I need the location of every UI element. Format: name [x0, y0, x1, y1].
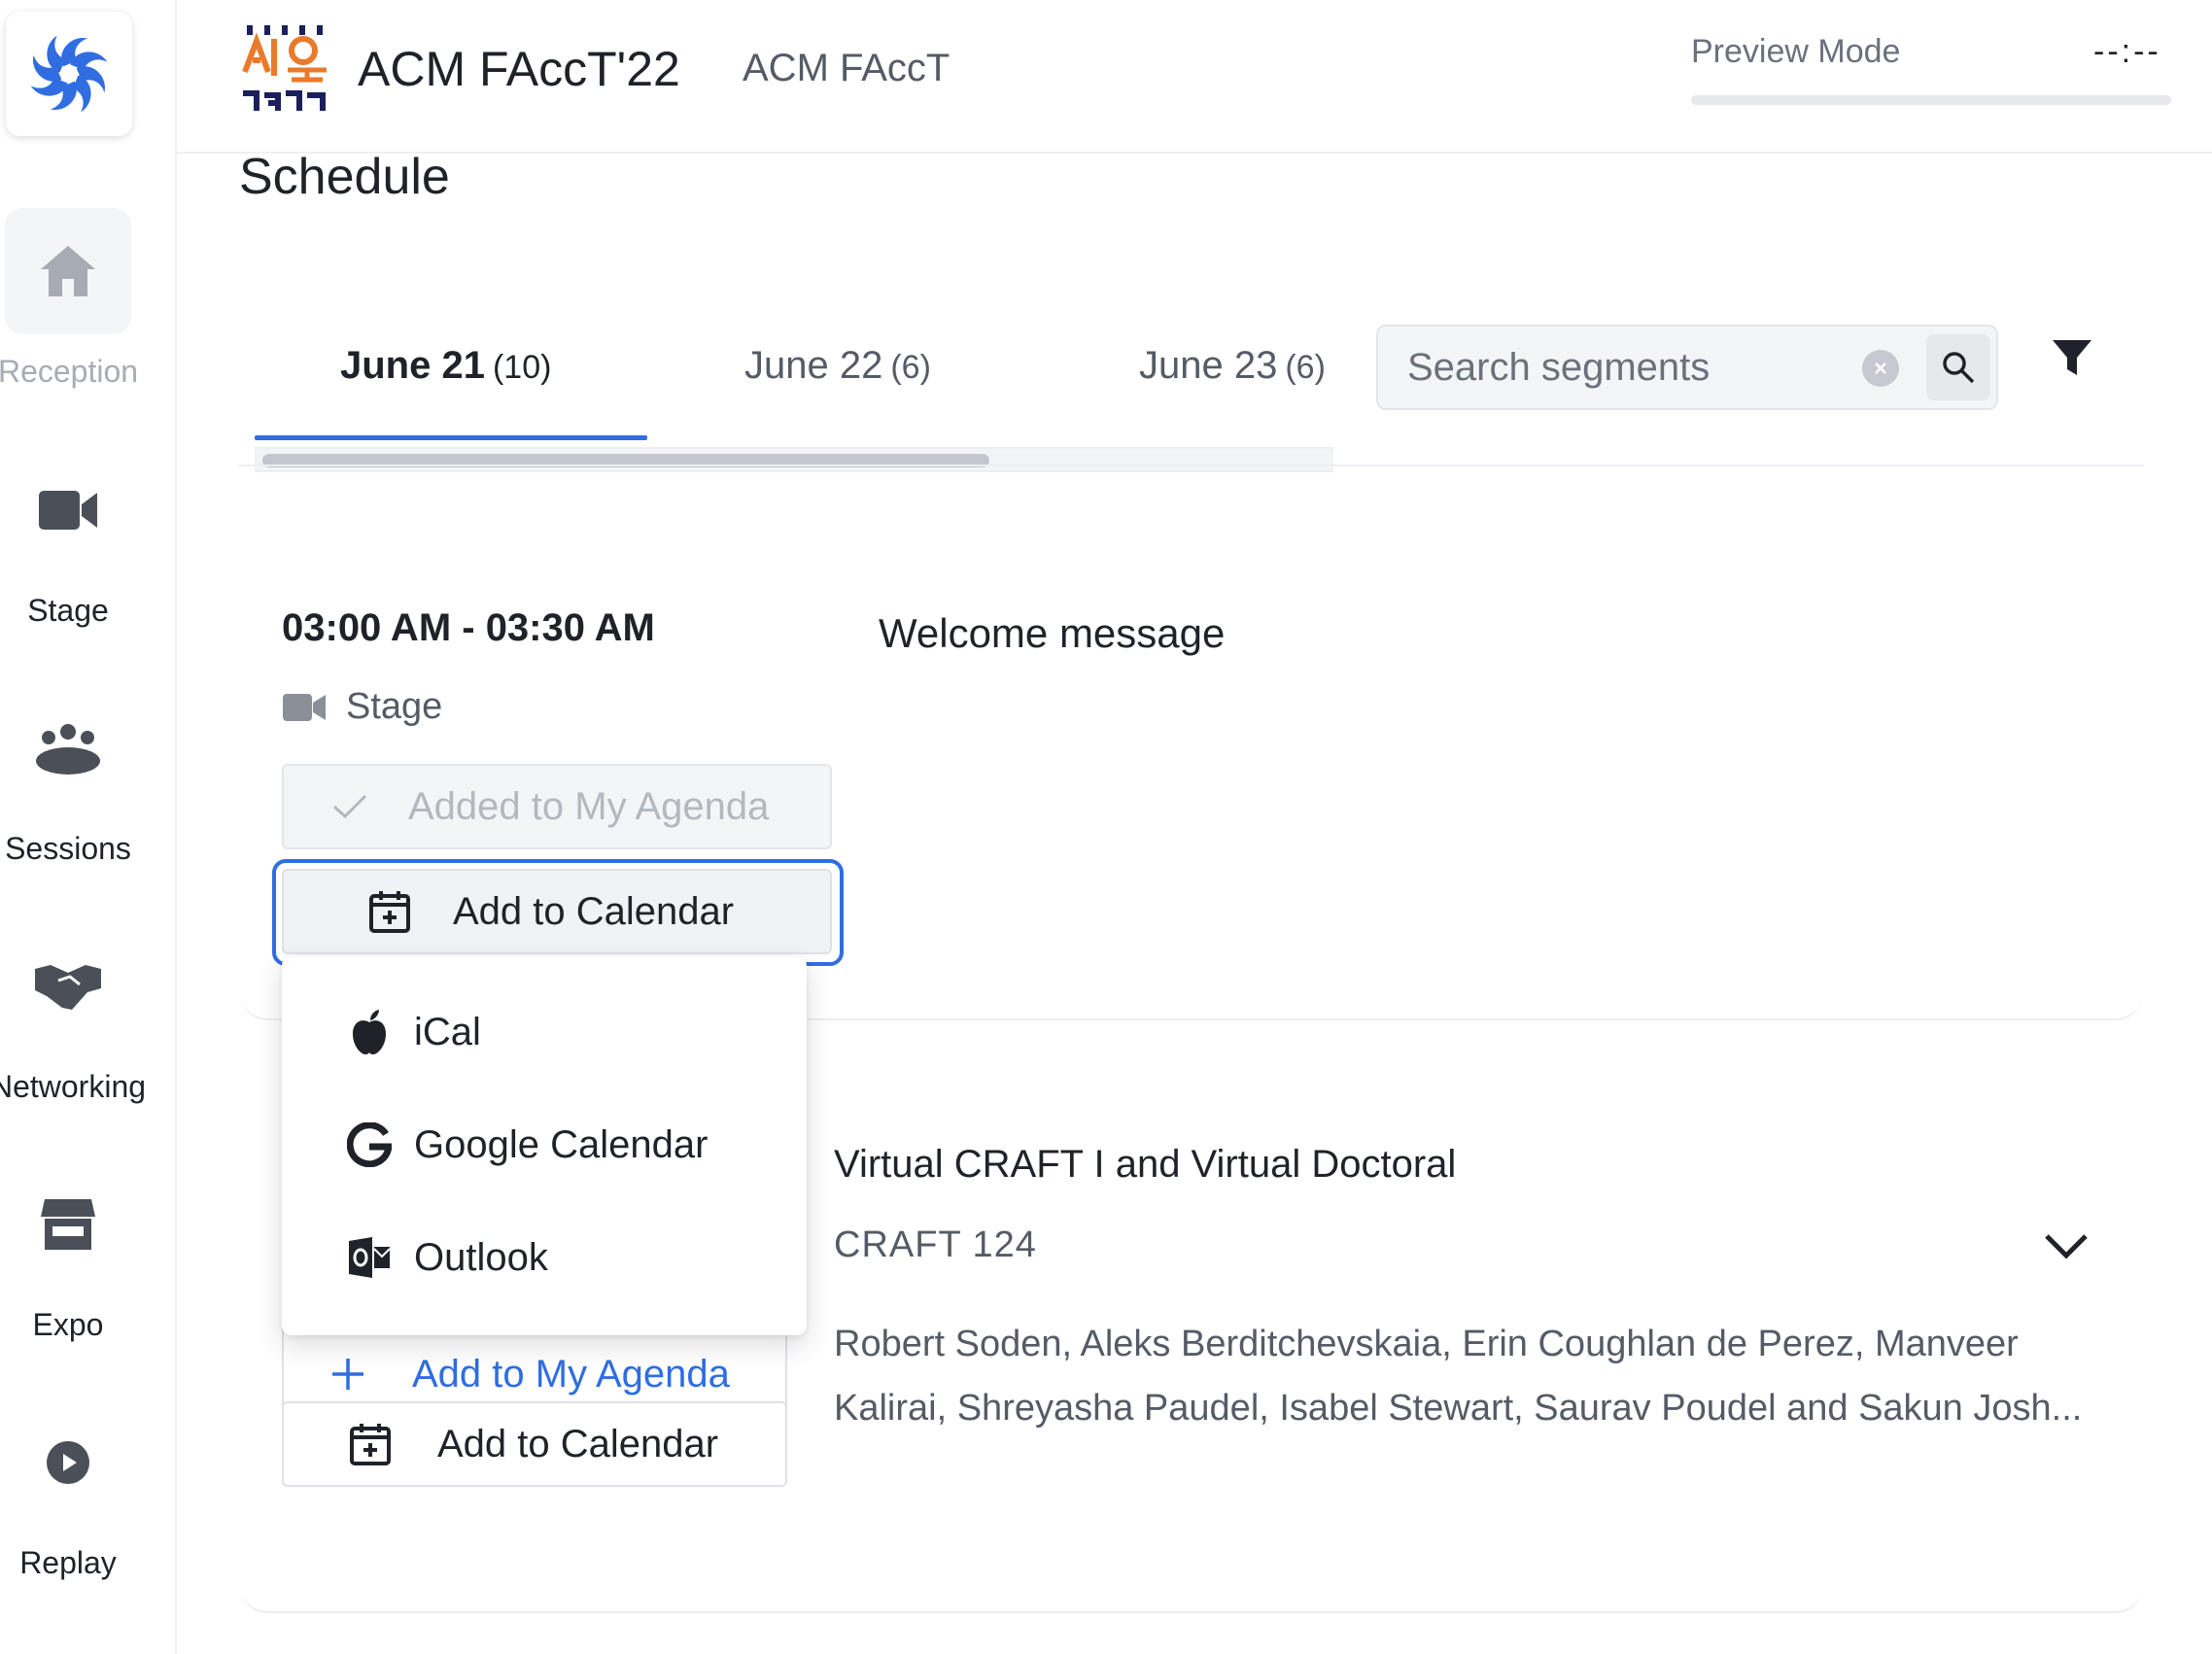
- tab-count: (10): [492, 349, 552, 386]
- tab-count: (6): [1285, 349, 1326, 386]
- filter-button[interactable]: [2045, 330, 2099, 385]
- sidebar-item-label: Reception: [0, 354, 139, 389]
- added-to-agenda-label: Added to My Agenda: [408, 784, 770, 828]
- add-to-agenda-label: Add to My Agenda: [412, 1352, 730, 1396]
- added-to-agenda-button: Added to My Agenda: [282, 764, 832, 849]
- sidebar-item-label: Networking: [0, 1069, 147, 1104]
- sidebar-item-expo[interactable]: Expo: [0, 1161, 175, 1356]
- filter-icon: [2053, 340, 2091, 375]
- sidebar-item-label: Stage: [27, 593, 109, 628]
- video-camera-icon: [283, 693, 326, 721]
- preview-mode-label: Preview Mode: [1691, 33, 1901, 70]
- home-icon: [41, 246, 95, 296]
- divider: [239, 465, 2144, 466]
- plus-icon: [332, 1359, 363, 1390]
- sidebar: Reception Stage Sessions Networking Expo…: [0, 0, 177, 1654]
- add-to-calendar-button[interactable]: Add to Calendar: [282, 869, 832, 954]
- date-tabs: June 21 (10) June 22 (6) June 23 (6): [255, 330, 1333, 486]
- clear-search-button[interactable]: [1862, 350, 1899, 387]
- add-to-calendar-label: Add to Calendar: [453, 889, 735, 933]
- organization-name[interactable]: ACM FAccT: [743, 47, 950, 90]
- session-authors: Robert Soden, Aleks Berditchevskaia, Eri…: [834, 1324, 2083, 1429]
- chevron-down-icon[interactable]: [2039, 1219, 2093, 1273]
- event-logo: [239, 21, 332, 115]
- add-to-calendar-label: Add to Calendar: [437, 1422, 719, 1465]
- sidebar-item-label: Replay: [19, 1545, 117, 1580]
- countdown-timer: --:--: [2093, 33, 2161, 70]
- calendar-plus-icon: [369, 891, 410, 933]
- people-group-icon: [36, 724, 100, 775]
- calendar-dropdown-menu: iCal Google Calendar Outlook: [282, 956, 807, 1335]
- tab-date: June 22: [744, 344, 883, 387]
- play-circle-icon: [47, 1441, 89, 1484]
- menu-item-google-calendar[interactable]: Google Calendar: [282, 1096, 807, 1193]
- tab-june-23[interactable]: June 23 (6): [1139, 344, 1326, 388]
- menu-item-label: Google Calendar: [414, 1122, 709, 1166]
- search-button[interactable]: [1926, 334, 1990, 400]
- tab-date: June 23: [1139, 344, 1278, 387]
- event-title: ACM FAccT'22: [358, 42, 680, 96]
- search-input[interactable]: [1407, 342, 1835, 393]
- outlook-icon: [349, 1237, 391, 1278]
- menu-item-label: iCal: [414, 1010, 481, 1053]
- sidebar-item-reception[interactable]: Reception: [0, 208, 175, 402]
- sidebar-item-label: Sessions: [5, 831, 131, 866]
- session-location: Stage: [282, 686, 442, 728]
- page-title: Schedule: [239, 149, 450, 205]
- app-logo[interactable]: [6, 12, 132, 136]
- menu-item-ical[interactable]: iCal: [282, 983, 807, 1081]
- close-icon: [1875, 362, 1886, 374]
- top-header: ACM FAccT'22 ACM FAccT Preview Mode --:-…: [177, 0, 2212, 154]
- swirl-logo-icon: [30, 35, 108, 113]
- session-subtitle: CRAFT 124: [834, 1224, 1037, 1265]
- handshake-icon: [35, 965, 101, 1010]
- app-root: Reception Stage Sessions Networking Expo…: [0, 0, 2212, 1654]
- video-camera-icon: [39, 491, 97, 530]
- add-to-calendar-button[interactable]: Add to Calendar: [282, 1401, 787, 1487]
- session-title[interactable]: Welcome message: [879, 610, 1225, 657]
- sidebar-item-networking[interactable]: Networking: [0, 923, 175, 1118]
- sidebar-item-sessions[interactable]: Sessions: [0, 685, 175, 879]
- active-tab-indicator: [255, 435, 647, 440]
- checkmark-icon: [332, 794, 367, 819]
- tab-count: (6): [890, 349, 931, 386]
- sidebar-item-label: Expo: [32, 1307, 104, 1342]
- calendar-plus-icon: [350, 1424, 391, 1465]
- tab-june-21[interactable]: June 21 (10): [340, 344, 551, 388]
- menu-item-label: Outlook: [414, 1235, 548, 1279]
- session-location-label: Stage: [346, 686, 443, 727]
- google-icon: [347, 1122, 392, 1167]
- preview-progress-bar: [1691, 95, 2171, 105]
- menu-item-outlook[interactable]: Outlook: [282, 1209, 807, 1306]
- sidebar-item-replay[interactable]: Replay: [0, 1399, 175, 1594]
- tab-june-22[interactable]: June 22 (6): [744, 344, 931, 388]
- search-box: [1376, 325, 1998, 410]
- session-title[interactable]: Virtual CRAFT I and Virtual Doctoral: [834, 1143, 1456, 1187]
- search-icon: [1943, 352, 1975, 384]
- storefront-icon: [41, 1199, 95, 1250]
- session-card: 03:00 AM - 03:30 AM Stage Welcome messag…: [239, 505, 2144, 1020]
- sidebar-item-stage[interactable]: Stage: [0, 447, 175, 641]
- session-time: 03:00 AM - 03:30 AM: [282, 606, 655, 649]
- tab-date: June 21: [340, 344, 485, 387]
- apple-icon: [353, 1010, 386, 1054]
